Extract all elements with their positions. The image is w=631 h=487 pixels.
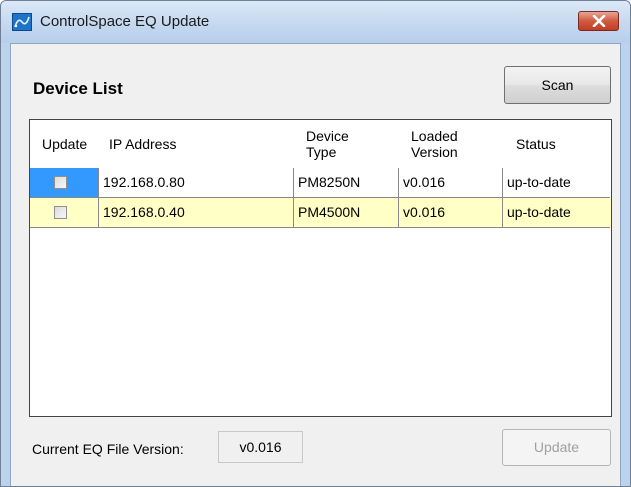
column-header-status[interactable]: Status xyxy=(516,120,556,168)
update-button[interactable]: Update xyxy=(502,429,611,466)
current-eq-version-label: Current EQ File Version: xyxy=(32,441,184,457)
cell-status[interactable]: up-to-date xyxy=(502,168,610,198)
update-checkbox[interactable] xyxy=(54,176,67,189)
column-header-device-type[interactable]: Device Type xyxy=(306,120,349,168)
column-header-device-type-line2: Type xyxy=(306,144,337,160)
current-eq-version-field: v0.016 xyxy=(218,431,303,463)
cell-ip-address[interactable]: 192.168.0.80 xyxy=(98,168,293,198)
column-header-loaded-version-line1: Loaded xyxy=(411,128,458,144)
column-header-loaded-version[interactable]: Loaded Version xyxy=(411,120,458,168)
device-grid[interactable]: Update IP Address Device Type Loaded Ver… xyxy=(29,119,612,417)
app-window: ControlSpace EQ Update Device List Scan … xyxy=(0,0,631,487)
title-bar[interactable]: ControlSpace EQ Update xyxy=(1,1,630,43)
column-header-ip[interactable]: IP Address xyxy=(109,120,176,168)
cell-status[interactable]: up-to-date xyxy=(502,198,610,228)
table-row[interactable]: 192.168.0.80 PM8250N v0.016 up-to-date xyxy=(30,168,611,198)
close-icon xyxy=(592,15,606,27)
cell-loaded-version[interactable]: v0.016 xyxy=(398,168,502,198)
row-selector-cell[interactable] xyxy=(30,168,98,198)
cell-loaded-version[interactable]: v0.016 xyxy=(398,198,502,228)
scan-button[interactable]: Scan xyxy=(504,66,611,104)
cell-device-type[interactable]: PM4500N xyxy=(293,198,398,228)
column-header-loaded-version-line2: Version xyxy=(411,144,458,160)
close-button[interactable] xyxy=(578,11,619,31)
dialog-body: Device List Scan Update IP Address Devic… xyxy=(10,43,621,486)
grid-header: Update IP Address Device Type Loaded Ver… xyxy=(30,120,611,168)
column-header-device-type-line1: Device xyxy=(306,128,349,144)
column-header-update[interactable]: Update xyxy=(42,120,87,168)
table-row[interactable]: 192.168.0.40 PM4500N v0.016 up-to-date xyxy=(30,198,611,228)
row-selector-cell[interactable] xyxy=(30,198,98,228)
window-title: ControlSpace EQ Update xyxy=(40,13,210,30)
cell-device-type[interactable]: PM8250N xyxy=(293,168,398,198)
cell-ip-address[interactable]: 192.168.0.40 xyxy=(98,198,293,228)
app-icon xyxy=(12,13,32,31)
device-list-heading: Device List xyxy=(33,79,123,98)
update-checkbox[interactable] xyxy=(54,206,67,219)
